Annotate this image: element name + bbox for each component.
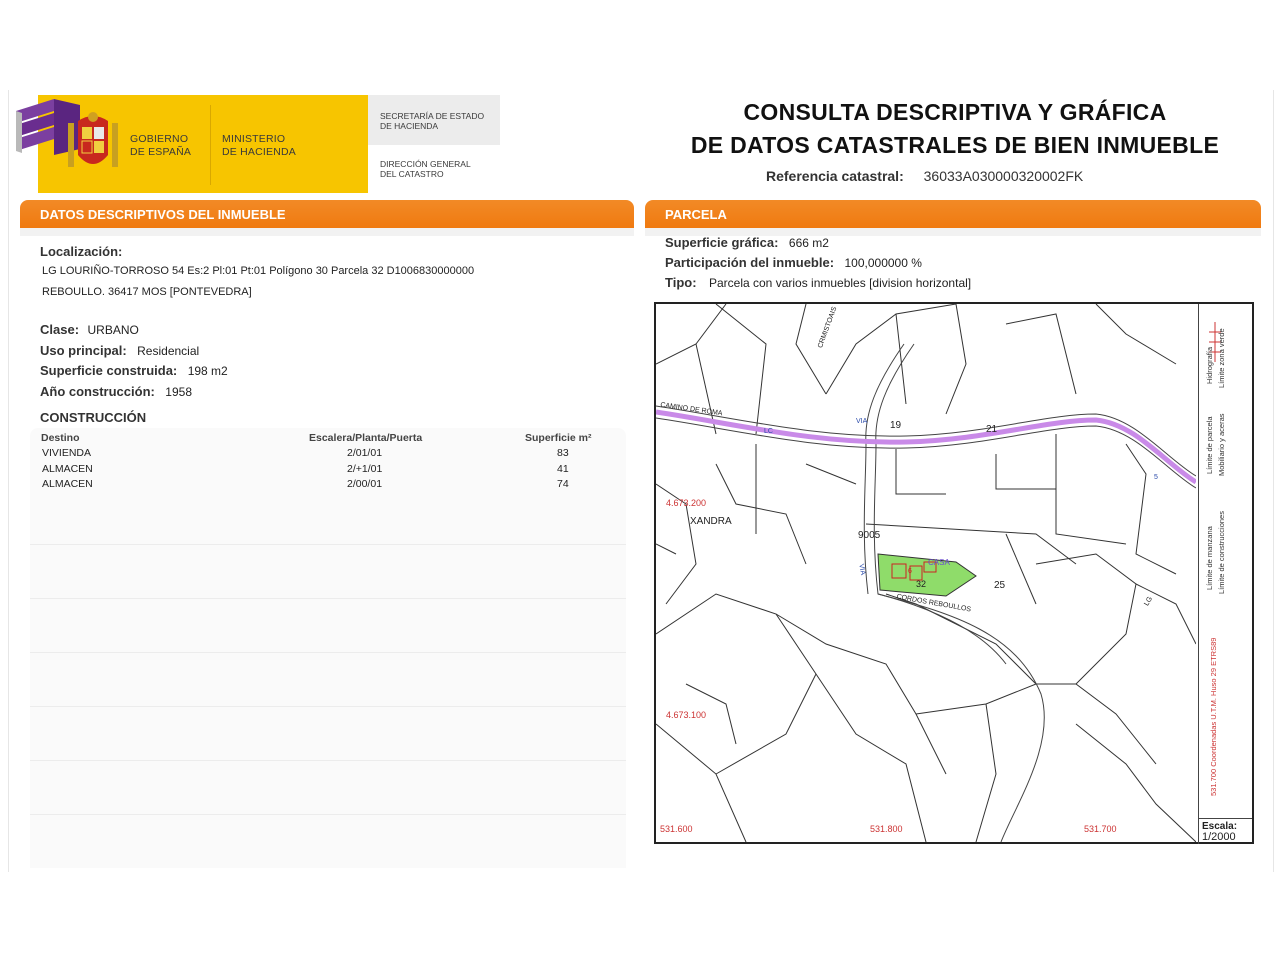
table-cell-escalera: 2/01/01	[347, 447, 383, 459]
tipo-label: Tipo:	[665, 275, 697, 290]
legend-mobiliario: Mobiliario y aceras	[1217, 413, 1226, 476]
direccion-line-2: DEL CATASTRO	[380, 169, 444, 179]
ref-label: Referencia catastral:	[766, 168, 904, 184]
gobierno-text: GOBIERNO DE ESPAÑA	[130, 133, 191, 159]
table-cell-escalera: 2/00/01	[347, 478, 383, 490]
descriptivos-underbar	[20, 228, 634, 236]
anio-value: 1958	[165, 385, 192, 399]
uso-label: Uso principal:	[40, 343, 127, 358]
map-coord-x1: 531.600	[660, 824, 693, 834]
ministerio-line-2: DE HACIENDA	[222, 146, 296, 158]
scale-value: 1/2000	[1202, 831, 1236, 843]
map-label-9005: 9005	[858, 530, 881, 541]
superficie-row: Superficie construida: 198 m2	[40, 362, 228, 380]
coat-of-arms-icon	[68, 112, 118, 167]
parcela-title: PARCELA	[665, 207, 727, 222]
anio-row: Año construcción: 1958	[40, 383, 192, 401]
table-cell-superficie: 74	[557, 478, 569, 490]
tipo-value: Parcela con varios inmuebles [division h…	[708, 276, 972, 290]
map-label-6: 6	[908, 568, 912, 575]
map-label-19: 19	[890, 420, 902, 431]
superficie-label: Superficie construida:	[40, 363, 178, 378]
page-title: CONSULTA DESCRIPTIVA Y GRÁFICA DE DATOS …	[660, 96, 1250, 162]
ref-value: 36033A030000320002FK	[923, 168, 1084, 184]
title-line-2: DE DATOS CATASTRALES DE BIEN INMUEBLE	[690, 132, 1220, 158]
referencia-catastral: Referencia catastral: 36033A030000320002…	[766, 168, 1083, 184]
legend-limite-parcela: Límite de parcela	[1205, 416, 1214, 474]
localizacion-line-1: LG LOURIÑO-TORROSO 54 Es:2 Pl:01 Pt:01 P…	[42, 265, 475, 277]
table-divider	[30, 652, 626, 653]
table-cell-superficie: 83	[557, 447, 569, 459]
sup-grafica-label: Superficie gráfica:	[665, 235, 779, 250]
government-header: GOBIERNO DE ESPAÑA MINISTERIO DE HACIEND…	[14, 95, 500, 193]
table-cell-destino: ALMACEN	[42, 478, 93, 490]
gobierno-line-2: DE ESPAÑA	[130, 146, 192, 158]
map-coord-y2: 4.673.100	[666, 710, 707, 720]
map-label-25: 25	[994, 580, 1006, 591]
map-label-32: 32	[916, 579, 927, 589]
participacion-label: Participación del inmueble:	[665, 255, 835, 270]
secretaria-line-2: DE HACIENDA	[380, 121, 439, 131]
table-cell-escalera: 2/+1/01	[347, 463, 383, 475]
table-divider	[30, 544, 626, 545]
participacion-row: Participación del inmueble: 100,000000 %	[665, 254, 922, 272]
anio-label: Año construcción:	[40, 384, 155, 399]
ministerio-text: MINISTERIO DE HACIENDA	[222, 133, 296, 159]
table-cell-destino: VIVIENDA	[42, 447, 92, 459]
table-divider	[30, 598, 626, 599]
secretaria-line-1: SECRETARÍA DE ESTADO	[380, 111, 485, 121]
table-cell-superficie: 41	[557, 463, 569, 475]
map-label-casa: CASA	[928, 558, 950, 567]
sup-grafica-value: 666 m2	[788, 236, 829, 250]
legend-limite-manzana: Límite de manzana	[1205, 526, 1214, 590]
table-divider	[30, 814, 626, 815]
map-label-xandra: XANDRA	[690, 516, 732, 527]
map-label-lc: LC	[764, 428, 773, 435]
map-coord-x2: 531.800	[870, 824, 903, 834]
table-header-destino: Destino	[41, 432, 80, 444]
localizacion-line-2: REBOULLO. 36417 MOS [PONTEVEDRA]	[42, 286, 252, 298]
secretaria-text: SECRETARÍA DE ESTADO DE HACIENDA	[380, 111, 484, 131]
map-coord-y1: 4.673.200	[666, 498, 707, 508]
title-line-1: CONSULTA DESCRIPTIVA Y GRÁFICA	[743, 99, 1167, 125]
participacion-value: 100,000000 %	[844, 256, 922, 270]
clase-row: Clase: URBANO	[40, 321, 139, 339]
table-divider	[30, 706, 626, 707]
parcela-header: PARCELA	[645, 200, 1261, 228]
ministerio-line-1: MINISTERIO	[222, 133, 286, 145]
localizacion-label: Localización:	[40, 243, 122, 261]
map-coord-x3: 531.700	[1084, 824, 1117, 834]
legend-coordinates: 531.700 Coordenadas U.T.M. Huso 29 ETRS8…	[1209, 637, 1218, 796]
descriptivos-title: DATOS DESCRIPTIVOS DEL INMUEBLE	[40, 207, 286, 222]
map-legend: Límite de manzana Límite de parcela Hidr…	[1198, 304, 1252, 818]
legend-limite-construcciones: Límite de construcciones	[1217, 511, 1226, 594]
map-drawing	[656, 304, 1196, 842]
header-divider	[210, 105, 211, 185]
direccion-line-1: DIRECCIÓN GENERAL	[380, 159, 471, 169]
table-divider	[30, 760, 626, 761]
construccion-title: CONSTRUCCIÓN	[40, 410, 147, 425]
clase-value: URBANO	[87, 323, 139, 337]
localizacion-label-text: Localización:	[40, 244, 123, 259]
sup-grafica-row: Superficie gráfica: 666 m2	[665, 234, 829, 252]
map-label-5: 5	[1154, 474, 1158, 481]
legend-zona-verde: Límite zona verde	[1217, 328, 1226, 388]
table-header-superficie: Superficie m²	[525, 432, 592, 444]
clase-label: Clase:	[40, 322, 80, 337]
map-label-21: 21	[986, 424, 998, 435]
direccion-text: DIRECCIÓN GENERAL DEL CATASTRO	[380, 159, 471, 179]
descriptivos-header: DATOS DESCRIPTIVOS DEL INMUEBLE	[20, 200, 634, 228]
construccion-table: Destino Escalera/Planta/Puerta Superfici…	[30, 428, 626, 868]
table-cell-destino: ALMACEN	[42, 463, 93, 475]
table-header-escalera: Escalera/Planta/Puerta	[309, 432, 423, 444]
uso-value: Residencial	[137, 344, 200, 358]
superficie-value: 198 m2	[187, 364, 228, 378]
uso-row: Uso principal: Residencial	[40, 342, 199, 360]
map-label-via-1: VIA	[856, 418, 868, 425]
map-scale: Escala: 1/2000	[1198, 818, 1252, 844]
tipo-row: Tipo: Parcela con varios inmuebles [divi…	[665, 274, 971, 292]
legend-hidrografia: Hidrografía	[1205, 346, 1214, 384]
cadastral-map[interactable]: 19 21 25 9005 32 CASA XANDRA 4.673.200 4…	[654, 302, 1254, 844]
gobierno-line-1: GOBIERNO	[130, 133, 189, 145]
